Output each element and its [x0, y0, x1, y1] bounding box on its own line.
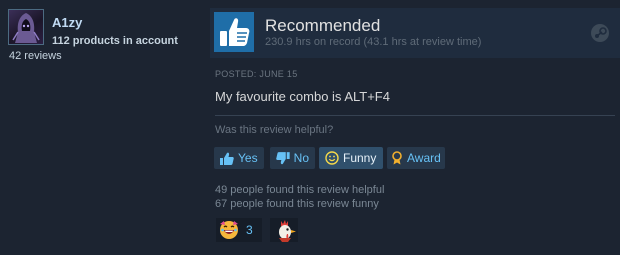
medal-icon [392, 151, 402, 165]
divider [215, 115, 615, 116]
laughing-face-award-icon [220, 221, 238, 239]
recommendation-title[interactable]: Recommended [265, 16, 380, 36]
thumbs-down-icon [276, 151, 290, 164]
hooded-figure-icon [12, 13, 40, 43]
award-count: 3 [246, 223, 253, 237]
helpful-count: 49 people found this review helpful [215, 184, 385, 196]
thumbs-up-icon [220, 152, 234, 165]
reviews-count[interactable]: 42 reviews [9, 50, 62, 62]
reviewer-name[interactable]: A1zy [52, 15, 82, 30]
avatar[interactable] [8, 9, 44, 45]
award-button[interactable]: Award [387, 147, 445, 169]
posted-date: POSTED: JUNE 15 [215, 69, 298, 79]
funny-count: 67 people found this review funny [215, 198, 379, 210]
helpful-question: Was this review helpful? [215, 124, 334, 136]
steam-icon [591, 24, 609, 42]
vote-funny-label: Funny [343, 151, 377, 165]
vote-no-label: No [293, 151, 309, 165]
review-card: A1zy 112 products in account 42 reviews … [0, 0, 620, 255]
recommended-badge [214, 12, 254, 52]
vote-funny-button[interactable]: Funny [319, 147, 383, 169]
rooster-award-icon [279, 220, 296, 242]
award-chip[interactable] [270, 218, 298, 242]
award-chip[interactable]: 3 [216, 218, 262, 242]
hours-on-record: 230.9 hrs on record (43.1 hrs at review … [265, 36, 482, 48]
thumbs-up-icon [220, 18, 250, 46]
products-count[interactable]: 112 products in account [52, 35, 178, 47]
vote-no-button[interactable]: No [270, 147, 315, 169]
vote-yes-label: Yes [238, 151, 258, 165]
review-text: My favourite combo is ALT+F4 [215, 89, 390, 104]
review-header: Recommended 230.9 hrs on record (43.1 hr… [210, 8, 620, 58]
award-label: Award [407, 151, 441, 165]
smiley-icon [325, 151, 339, 165]
vote-yes-button[interactable]: Yes [214, 147, 264, 169]
